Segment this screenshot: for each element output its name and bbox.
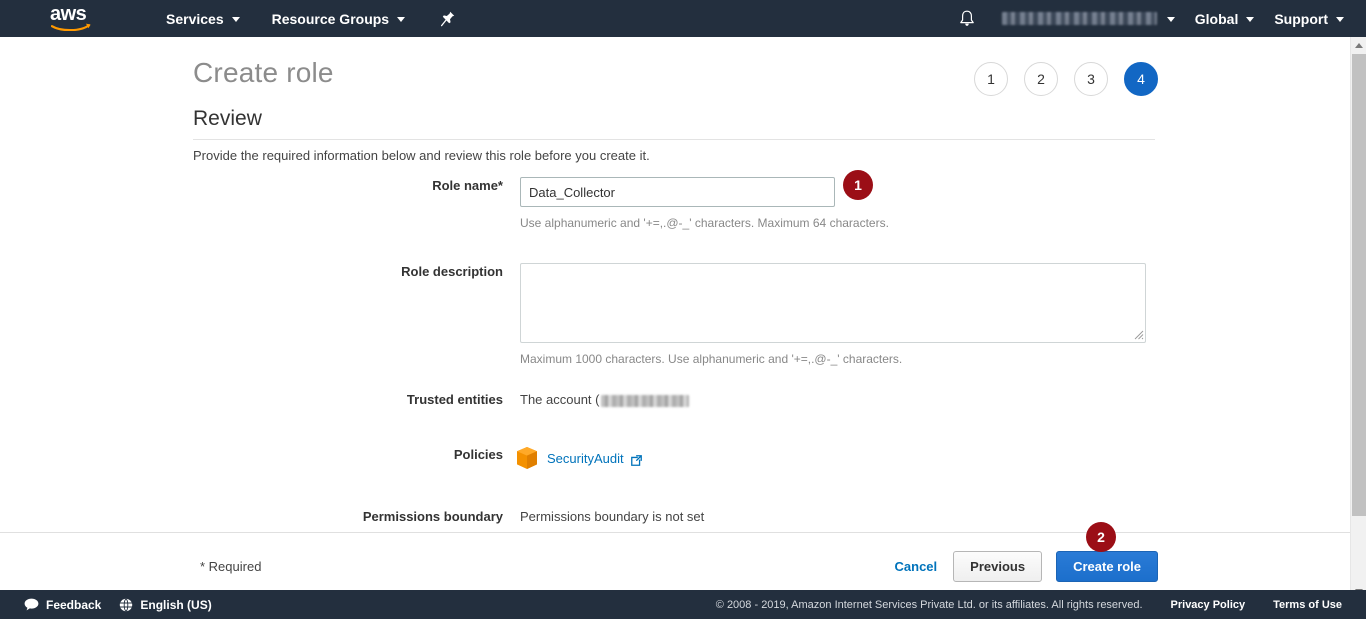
nav-services[interactable]: Services — [156, 0, 250, 37]
nav-region-selector[interactable]: Global — [1185, 0, 1265, 37]
copyright-text: © 2008 - 2019, Amazon Internet Services … — [715, 598, 1143, 611]
account-name-redacted — [1001, 12, 1157, 25]
page-intro-text: Provide the required information below a… — [193, 148, 650, 163]
privacy-policy-link[interactable]: Privacy Policy — [1171, 599, 1246, 611]
annotation-badge-2: 2 — [1086, 522, 1116, 552]
notifications-bell-icon[interactable] — [950, 0, 984, 37]
policies-body: SecurityAudit — [503, 446, 643, 470]
account-id-redacted — [600, 395, 689, 407]
role-description-row: Role description Maximum 1000 characters… — [0, 263, 1350, 366]
feedback-button[interactable]: Feedback — [24, 598, 101, 612]
policy-item: SecurityAudit — [516, 446, 643, 470]
chevron-down-icon — [1336, 17, 1344, 22]
role-name-label: Role name* — [432, 178, 503, 193]
nav-support-menu[interactable]: Support — [1264, 0, 1354, 37]
role-name-helper: Use alphanumeric and '+=,.@-_' character… — [520, 216, 889, 230]
role-name-body: Use alphanumeric and '+=,.@-_' character… — [503, 177, 889, 230]
step-2[interactable]: 2 — [1024, 62, 1058, 96]
nav-services-label: Services — [166, 10, 224, 27]
nav-resource-groups-label: Resource Groups — [271, 10, 390, 27]
external-link-icon[interactable] — [630, 454, 643, 467]
permissions-boundary-value: Permissions boundary is not set — [520, 509, 705, 524]
feedback-label: Feedback — [46, 597, 102, 612]
permissions-boundary-label: Permissions boundary — [362, 509, 503, 524]
permissions-boundary-row: Permissions boundary Permissions boundar… — [0, 508, 1350, 526]
nav-right-group: Global Support — [950, 0, 1366, 37]
step-indicator: 1 2 3 4 — [974, 62, 1158, 96]
trusted-entities-row: Trusted entities The account ( — [0, 391, 1350, 409]
step-4-active[interactable]: 4 — [1124, 62, 1158, 96]
vertical-scrollbar[interactable] — [1350, 37, 1366, 600]
terms-of-use-link[interactable]: Terms of Use — [1273, 599, 1342, 611]
language-label: English (US) — [140, 597, 212, 612]
role-description-label: Role description — [401, 264, 503, 279]
nav-region-label: Global — [1194, 10, 1239, 27]
review-form: Role name* Use alphanumeric and '+=,.@-_… — [0, 177, 1350, 526]
triangle-up — [1355, 43, 1363, 48]
main-content: Create role 1 2 3 4 Review Provide the r… — [0, 37, 1350, 600]
policies-row: Policies SecurityAudit — [0, 446, 1350, 470]
aws-console-screen: aws Services Resource Groups Global Supp… — [0, 0, 1366, 619]
role-name-row: Role name* Use alphanumeric and '+=,.@-_… — [0, 177, 1350, 230]
trusted-entities-label: Trusted entities — [406, 392, 503, 407]
cancel-button[interactable]: Cancel — [893, 555, 940, 578]
create-role-button[interactable]: Create role — [1056, 551, 1158, 582]
trusted-entities-value-wrap: The account ( — [520, 391, 689, 409]
language-selector[interactable]: English (US) — [119, 597, 212, 612]
role-description-textarea-wrap — [520, 263, 1146, 343]
section-divider — [193, 139, 1155, 140]
nav-resource-groups[interactable]: Resource Groups — [262, 0, 415, 37]
nav-support-label: Support — [1274, 10, 1328, 27]
permissions-boundary-body: Permissions boundary is not set — [503, 508, 704, 526]
aws-logo-text: aws — [50, 2, 87, 25]
page-title: Create role — [193, 57, 334, 88]
step-1[interactable]: 1 — [974, 62, 1008, 96]
previous-button[interactable]: Previous — [953, 551, 1043, 582]
action-button-group: Cancel Previous Create role — [893, 551, 1158, 582]
policy-link-securityaudit[interactable]: SecurityAudit — [547, 451, 624, 466]
chevron-down-icon — [397, 17, 406, 22]
aws-logo[interactable]: aws — [50, 2, 100, 33]
role-description-body: Maximum 1000 characters. Use alphanumeri… — [503, 263, 1146, 366]
bottom-bar-left: Feedback English (US) — [24, 598, 212, 612]
scrollbar-thumb[interactable] — [1352, 54, 1366, 516]
nav-account-menu[interactable] — [984, 0, 1185, 37]
annotation-badge-1: 1 — [843, 170, 873, 200]
policies-label: Policies — [453, 447, 503, 462]
trusted-entities-body: The account ( — [503, 391, 689, 409]
aws-logo-swoosh — [51, 23, 91, 31]
role-description-textarea[interactable] — [520, 263, 1146, 343]
required-note: * Required — [200, 559, 262, 574]
chevron-down-icon — [1246, 17, 1255, 22]
bottom-bar-right: © 2008 - 2019, Amazon Internet Services … — [716, 599, 1342, 611]
role-description-helper: Maximum 1000 characters. Use alphanumeri… — [520, 352, 903, 366]
bottom-bar: Feedback English (US) © 2008 - 2019, Ama… — [0, 590, 1366, 619]
chevron-down-icon — [1166, 17, 1175, 22]
step-3[interactable]: 3 — [1074, 62, 1108, 96]
globe-icon — [120, 597, 133, 612]
section-title: Review — [193, 107, 262, 130]
role-name-input[interactable] — [520, 177, 835, 207]
trusted-entities-value: The account ( — [520, 392, 600, 407]
top-navigation-bar: aws Services Resource Groups Global Supp… — [0, 0, 1366, 37]
speech-bubble-icon — [24, 598, 39, 611]
scroll-up-arrow-icon[interactable] — [1351, 37, 1366, 54]
pin-icon[interactable] — [437, 0, 459, 37]
policy-cube-icon — [517, 447, 537, 469]
chevron-down-icon — [231, 17, 240, 22]
